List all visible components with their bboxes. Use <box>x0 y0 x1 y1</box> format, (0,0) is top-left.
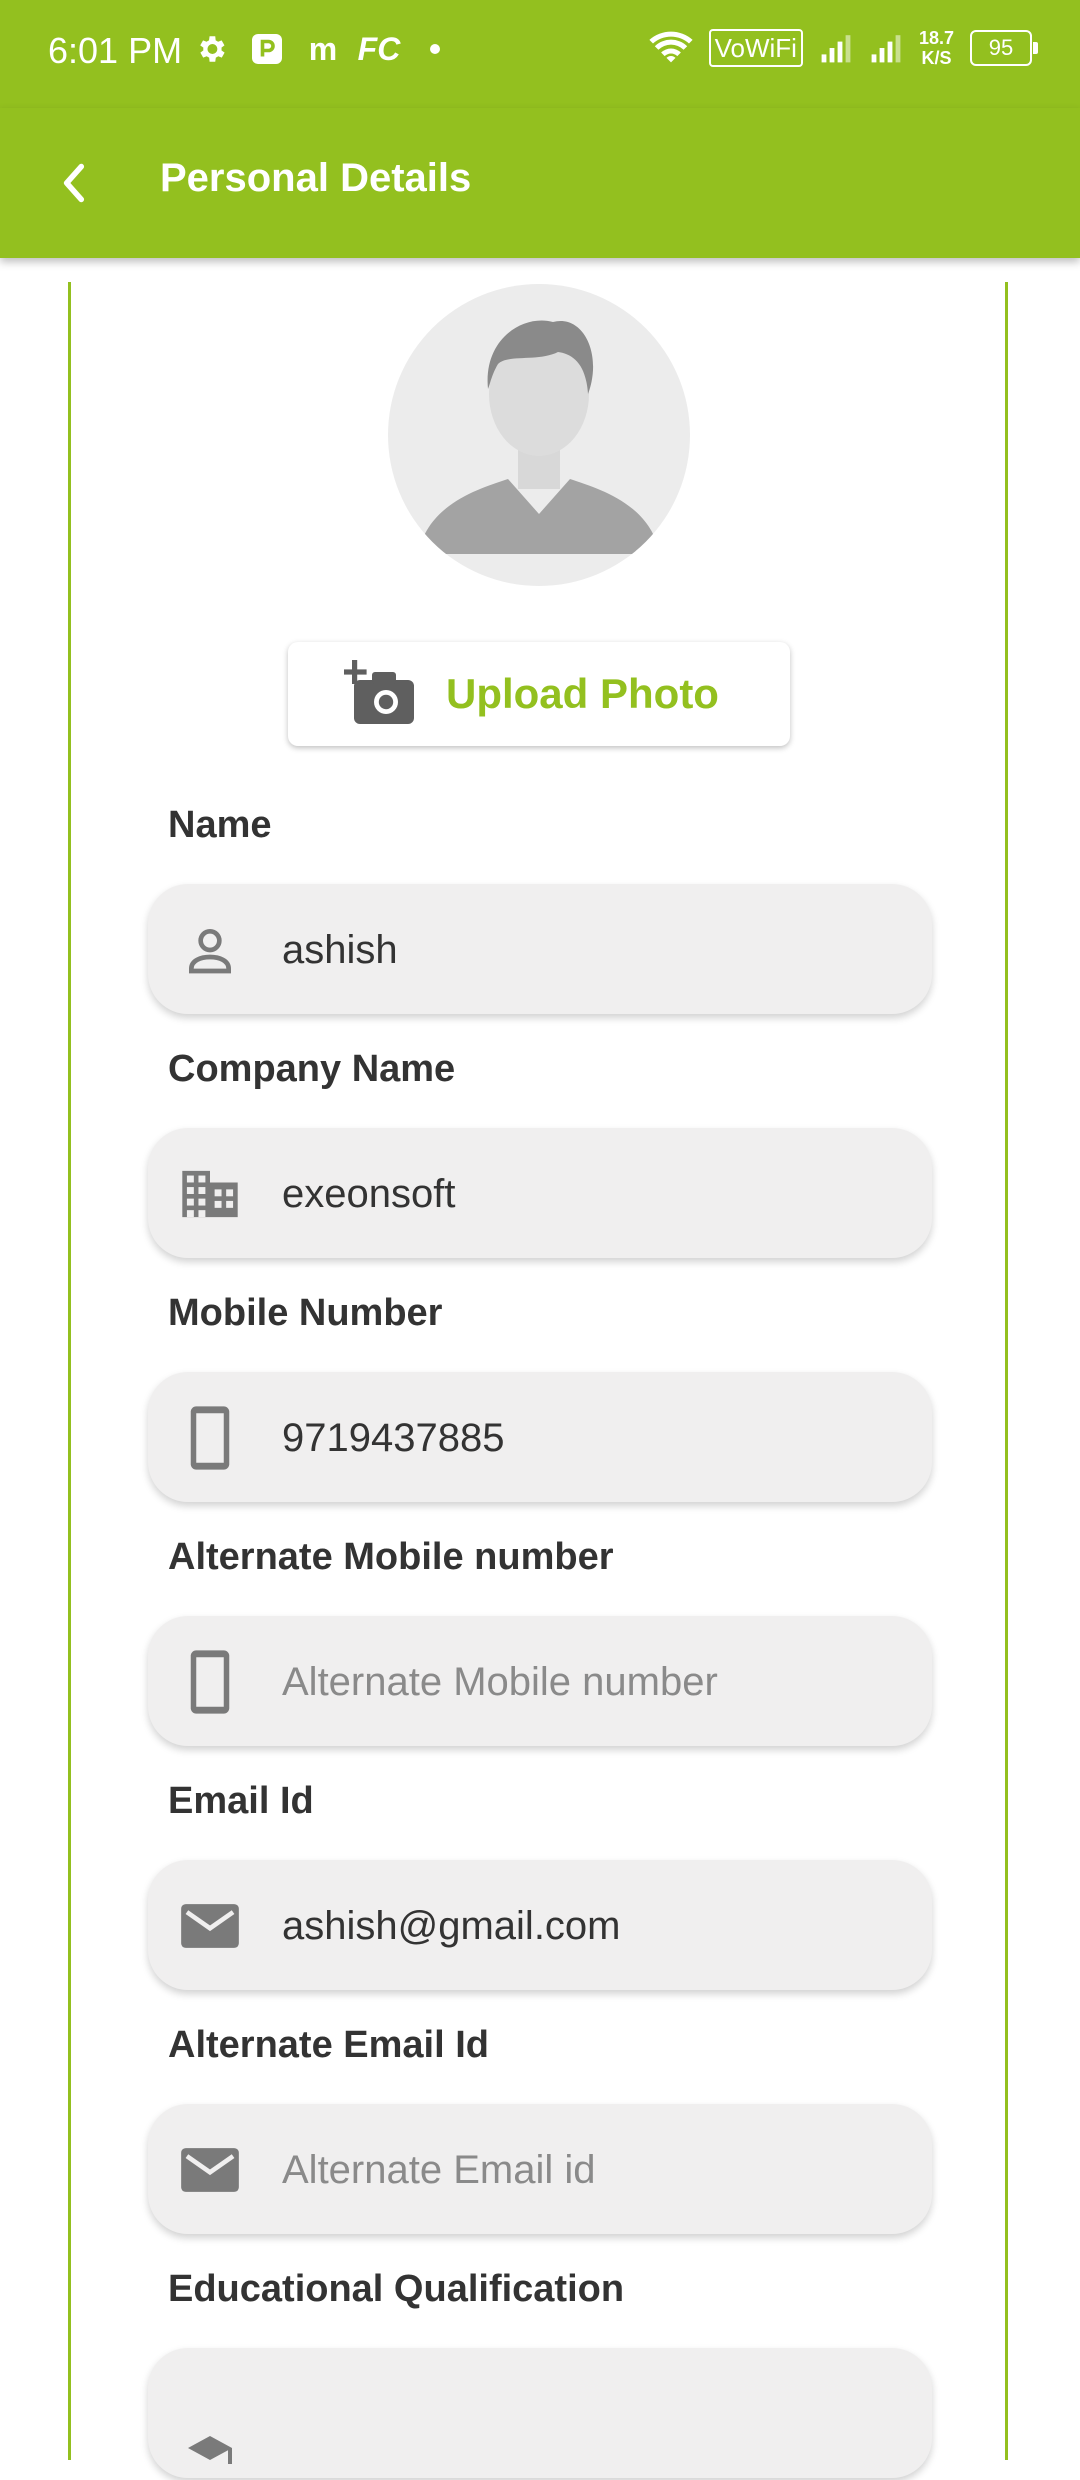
email-input[interactable] <box>280 1890 904 1962</box>
mobile-input[interactable] <box>280 1402 904 1474</box>
parking-app-icon <box>248 30 286 68</box>
name-input[interactable] <box>280 914 904 986</box>
upload-photo-label: Upload Photo <box>446 670 719 717</box>
company-field[interactable] <box>148 1128 932 1258</box>
phone-icon <box>180 1406 240 1470</box>
email-label: Email Id <box>168 1780 314 1822</box>
alt-mobile-input[interactable] <box>280 1646 904 1718</box>
mail-icon <box>180 2142 240 2198</box>
status-system-icons: VoWiFi 18.7 K/S 95 <box>649 28 1038 68</box>
name-field[interactable] <box>148 884 932 1014</box>
alt-email-label: Alternate Email Id <box>168 2024 489 2066</box>
alt-email-field[interactable] <box>148 2104 932 2234</box>
chevron-left-icon <box>63 163 85 203</box>
signal-icon <box>821 35 851 63</box>
vowifi-badge: VoWiFi <box>708 29 803 67</box>
upload-photo-button[interactable]: Upload Photo <box>288 642 790 746</box>
dot-icon <box>416 30 454 68</box>
alt-mobile-field[interactable] <box>148 1616 932 1746</box>
name-label: Name <box>168 804 272 846</box>
back-button[interactable] <box>44 148 104 218</box>
alt-mobile-label: Alternate Mobile number <box>168 1536 614 1578</box>
avatar <box>388 284 690 586</box>
status-bar: 6:01 PM m FC VoWiFi 18.7 K/S 95 <box>0 0 1080 108</box>
app-bar: Personal Details <box>0 108 1080 258</box>
school-icon <box>180 2424 240 2480</box>
mobile-label: Mobile Number <box>168 1292 443 1334</box>
email-field[interactable] <box>148 1860 932 1990</box>
page-title: Personal Details <box>160 156 472 200</box>
battery-indicator: 95 <box>970 30 1038 66</box>
fc-app-icon: FC <box>357 30 401 67</box>
alt-email-input[interactable] <box>280 2134 904 2206</box>
building-icon <box>180 1166 240 1222</box>
education-label: Educational Qualification <box>168 2268 625 2310</box>
phone-icon <box>180 1650 240 1714</box>
add-photo-camera-icon <box>344 660 414 724</box>
education-field[interactable] <box>148 2348 932 2478</box>
person-icon <box>180 922 240 978</box>
signal-icon <box>871 35 901 63</box>
person-placeholder-icon <box>418 320 660 554</box>
m-app-icon: m <box>308 30 338 67</box>
wifi-icon <box>649 31 693 63</box>
company-input[interactable] <box>280 1158 904 1230</box>
settings-icon <box>192 30 230 68</box>
status-notification-icons: m FC <box>192 30 454 68</box>
mobile-field[interactable] <box>148 1372 932 1502</box>
network-speed: 18.7 K/S <box>918 28 954 68</box>
company-label: Company Name <box>168 1048 456 1090</box>
mail-icon <box>180 1898 240 1954</box>
status-time: 6:01 PM <box>48 30 183 71</box>
